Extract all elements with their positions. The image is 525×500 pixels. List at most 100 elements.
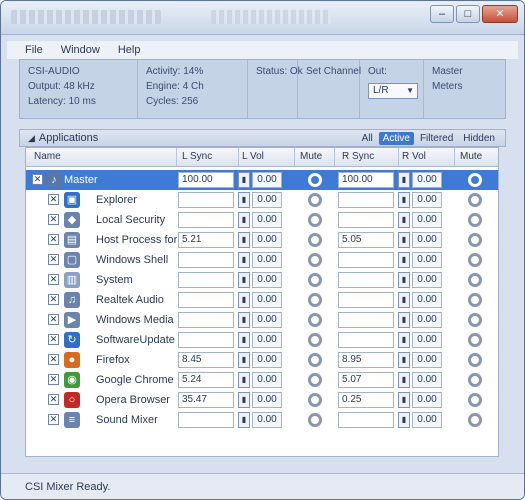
tab-filtered[interactable]: Filtered [416, 132, 457, 145]
r-sync-field[interactable] [338, 252, 394, 268]
table-row[interactable]: ✕ ≡ Sound Mixer ▮ 0.00 ▮ 0.00 [26, 410, 498, 430]
l-mute-toggle[interactable] [308, 213, 322, 227]
r-vol-field[interactable]: 0.00 [412, 372, 442, 388]
r-sync-field[interactable]: 5.07 [338, 372, 394, 388]
r-vol-field[interactable]: 0.00 [412, 392, 442, 408]
l-vol-field[interactable]: 0.00 [252, 212, 282, 228]
tab-hidden[interactable]: Hidden [459, 132, 499, 145]
minimize-button[interactable]: – [430, 5, 454, 23]
table-row[interactable]: ✕ ● Firefox 8.45 ▮ 0.00 8.95 ▮ 0.00 [26, 350, 498, 370]
l-mute-toggle[interactable] [308, 413, 322, 427]
l-vol-spin[interactable]: ▮ [238, 212, 250, 228]
table-row[interactable]: ✕ ○ Opera Browser 35.47 ▮ 0.00 0.25 ▮ 0.00 [26, 390, 498, 410]
r-mute-toggle[interactable] [468, 253, 482, 267]
l-sync-field[interactable] [178, 212, 234, 228]
l-vol-field[interactable]: 0.00 [252, 192, 282, 208]
l-vol-spin[interactable]: ▮ [238, 372, 250, 388]
maximize-button[interactable]: □ [456, 5, 480, 23]
r-vol-field[interactable]: 0.00 [412, 232, 442, 248]
menu-file[interactable]: File [25, 44, 43, 56]
r-vol-field[interactable]: 0.00 [412, 352, 442, 368]
l-mute-toggle[interactable] [308, 333, 322, 347]
r-sync-field[interactable]: 100.00 [338, 172, 394, 188]
r-vol-spin[interactable]: ▮ [398, 312, 410, 328]
r-mute-toggle[interactable] [468, 313, 482, 327]
l-mute-toggle[interactable] [308, 193, 322, 207]
table-row[interactable]: ✕ ▣ Explorer ▮ 0.00 ▮ 0.00 [26, 190, 498, 210]
r-vol-spin[interactable]: ▮ [398, 192, 410, 208]
row-checkbox[interactable]: ✕ [48, 254, 59, 265]
l-vol-field[interactable]: 0.00 [252, 372, 282, 388]
l-sync-field[interactable]: 35.47 [178, 392, 234, 408]
r-mute-toggle[interactable] [468, 213, 482, 227]
l-sync-field[interactable] [178, 332, 234, 348]
l-mute-toggle[interactable] [308, 233, 322, 247]
r-sync-field[interactable] [338, 292, 394, 308]
l-vol-field[interactable]: 0.00 [252, 332, 282, 348]
l-vol-field[interactable]: 0.00 [252, 172, 282, 188]
menu-help[interactable]: Help [118, 44, 141, 56]
r-vol-field[interactable]: 0.00 [412, 192, 442, 208]
table-row[interactable]: ✕ ↻ SoftwareUpdate ▮ 0.00 ▮ 0.00 [26, 330, 498, 350]
l-vol-field[interactable]: 0.00 [252, 292, 282, 308]
l-vol-field[interactable]: 0.00 [252, 232, 282, 248]
column-name[interactable]: Name [34, 151, 61, 162]
applications-section-header[interactable]: ◢ Applications All Active Filtered Hidde… [19, 129, 506, 147]
r-vol-field[interactable]: 0.00 [412, 412, 442, 428]
r-vol-spin[interactable]: ▮ [398, 392, 410, 408]
r-vol-spin[interactable]: ▮ [398, 212, 410, 228]
l-sync-field[interactable]: 5.21 [178, 232, 234, 248]
r-sync-field[interactable] [338, 212, 394, 228]
r-sync-field[interactable] [338, 312, 394, 328]
collapse-arrow-icon[interactable]: ◢ [28, 133, 35, 144]
l-mute-toggle[interactable] [308, 273, 322, 287]
r-vol-spin[interactable]: ▮ [398, 372, 410, 388]
output-dropdown[interactable]: L/R ▼ [368, 83, 418, 99]
l-vol-spin[interactable]: ▮ [238, 392, 250, 408]
l-vol-field[interactable]: 0.00 [252, 252, 282, 268]
tab-active[interactable]: Active [378, 131, 414, 145]
row-checkbox[interactable]: ✕ [48, 354, 59, 365]
r-mute-toggle[interactable] [468, 193, 482, 207]
row-checkbox[interactable]: ✕ [48, 314, 59, 325]
row-checkbox[interactable]: ✕ [48, 214, 59, 225]
r-sync-field[interactable] [338, 192, 394, 208]
l-vol-field[interactable]: 0.00 [252, 272, 282, 288]
table-row[interactable]: ✕ ♫ Realtek Audio ▮ 0.00 ▮ 0.00 [26, 290, 498, 310]
r-vol-field[interactable]: 0.00 [412, 252, 442, 268]
r-mute-toggle[interactable] [468, 233, 482, 247]
r-mute-toggle[interactable] [468, 273, 482, 287]
tab-all[interactable]: All [358, 132, 377, 145]
r-sync-field[interactable] [338, 332, 394, 348]
table-row[interactable]: ✕ ▢ Windows Shell ▮ 0.00 ▮ 0.00 [26, 250, 498, 270]
r-mute-toggle[interactable] [468, 413, 482, 427]
column-r-sync[interactable]: R Sync [342, 151, 374, 162]
table-row[interactable]: ✕ ◆ Local Security ▮ 0.00 ▮ 0.00 [26, 210, 498, 230]
l-sync-field[interactable] [178, 272, 234, 288]
r-vol-field[interactable]: 0.00 [412, 312, 442, 328]
row-checkbox[interactable]: ✕ [48, 194, 59, 205]
column-r-vol[interactable]: R Vol [402, 151, 426, 162]
r-sync-field[interactable]: 5.05 [338, 232, 394, 248]
r-vol-spin[interactable]: ▮ [398, 292, 410, 308]
r-vol-spin[interactable]: ▮ [398, 252, 410, 268]
r-vol-field[interactable]: 0.00 [412, 292, 442, 308]
l-vol-spin[interactable]: ▮ [238, 232, 250, 248]
column-l-sync[interactable]: L Sync [182, 151, 212, 162]
r-vol-spin[interactable]: ▮ [398, 172, 410, 188]
r-vol-field[interactable]: 0.00 [412, 332, 442, 348]
close-button[interactable]: ✕ [482, 5, 518, 23]
l-mute-toggle[interactable] [308, 173, 322, 187]
r-vol-spin[interactable]: ▮ [398, 232, 410, 248]
column-r-mute[interactable]: Mute [460, 151, 482, 162]
l-vol-spin[interactable]: ▮ [238, 252, 250, 268]
row-checkbox[interactable]: ✕ [32, 174, 43, 185]
l-mute-toggle[interactable] [308, 353, 322, 367]
menu-window[interactable]: Window [61, 44, 100, 56]
r-vol-field[interactable]: 0.00 [412, 272, 442, 288]
title-bar[interactable]: – □ ✕ [1, 1, 524, 35]
l-mute-toggle[interactable] [308, 373, 322, 387]
l-vol-field[interactable]: 0.00 [252, 312, 282, 328]
row-checkbox[interactable]: ✕ [48, 374, 59, 385]
l-sync-field[interactable]: 5.24 [178, 372, 234, 388]
